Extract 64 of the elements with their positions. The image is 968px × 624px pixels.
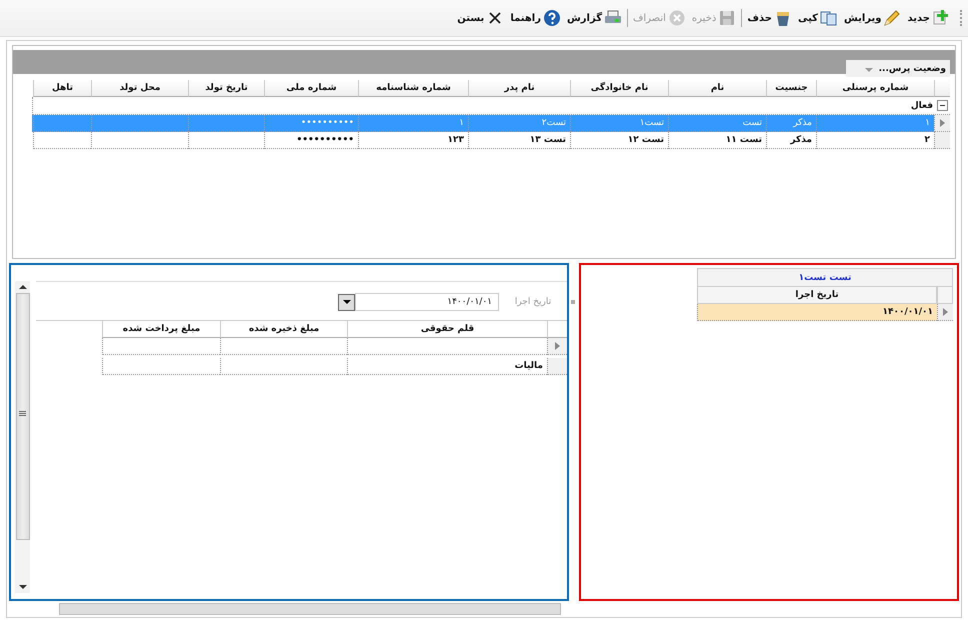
documents-icon — [820, 9, 838, 27]
column-header[interactable]: جنسیت — [766, 80, 816, 97]
column-header[interactable]: تاریخ تولد — [188, 80, 264, 97]
field-label: تاریخ اجرا — [514, 297, 552, 307]
table-row[interactable]: ۲ مذکر تست ۱۱ تست ۱۲ تست ۱۳ ۱۲۳ •••••••••• — [32, 132, 950, 149]
column-header[interactable]: نام خانوادگی — [570, 80, 668, 97]
table-cell — [33, 132, 91, 149]
column-header — [937, 287, 953, 304]
grip-icon — [19, 411, 26, 416]
column-header[interactable]: محل تولد — [91, 80, 188, 97]
column-header[interactable]: تاهل — [33, 80, 91, 97]
table-cell: تست ۱۱ — [668, 132, 766, 149]
toolbar-grip[interactable] — [957, 10, 962, 26]
column-header[interactable]: مبلغ ذخیره شده — [220, 321, 347, 338]
vertical-scrollbar[interactable] — [15, 281, 30, 593]
table-cell: تست ۱۳ — [468, 132, 570, 149]
row-header — [934, 132, 950, 149]
filter-dropdown[interactable]: وضعیت پرس... — [846, 60, 950, 77]
row-pointer-icon — [943, 308, 948, 316]
table-cell: تست۲ — [468, 115, 570, 132]
collapse-icon[interactable] — [937, 100, 948, 111]
row-pointer-icon — [555, 342, 560, 350]
horizontal-scrollbar[interactable] — [59, 603, 561, 615]
column-header[interactable]: شماره ملی — [264, 80, 358, 97]
table-cell: تست ۱۲ — [570, 132, 668, 149]
grid-title: تست تست۱ — [697, 268, 953, 287]
row-header — [547, 358, 567, 375]
dropdown-button[interactable] — [338, 294, 355, 310]
column-header — [934, 80, 950, 97]
column-header[interactable]: شماره پرسنلی — [816, 80, 934, 97]
column-header[interactable]: تاریخ اجرا — [697, 287, 937, 304]
plus-icon — [932, 9, 950, 27]
table-cell: •••••••••• — [264, 115, 358, 132]
toolbar-button[interactable]: گزارش — [566, 7, 624, 29]
column-header — [547, 321, 567, 338]
pencil-icon — [883, 9, 902, 27]
toolbar-button[interactable]: کپی — [796, 7, 839, 29]
group-label: فعال — [910, 100, 933, 110]
table-cell: تست — [668, 115, 766, 132]
column-header[interactable]: شماره شناسنامه — [358, 80, 468, 97]
bullet-icon — [571, 300, 575, 304]
date-field[interactable]: ۱۴۰۰/۰۱/۰۱ — [355, 293, 499, 311]
help-icon — [542, 9, 561, 27]
table-cell: مذکر — [766, 115, 816, 132]
table-cell: ۱۲۳ — [358, 132, 468, 149]
table-cell: •••••••••• — [264, 132, 358, 149]
table-cell: مذکر — [766, 132, 816, 149]
table-cell: مالیات — [347, 358, 547, 375]
column-header[interactable]: نام — [668, 80, 766, 97]
table-cell: تست۱ — [570, 115, 668, 132]
toolbar-button[interactable]: راهنما — [509, 7, 562, 29]
caret-icon — [864, 68, 873, 72]
table-cell: ۲ — [816, 132, 934, 149]
toolbar-button[interactable]: حذف — [746, 7, 793, 29]
column-header[interactable]: نام پدر — [468, 80, 570, 97]
column-header[interactable]: قلم حقوقی — [347, 321, 547, 338]
table-cell: ۱ — [816, 115, 934, 132]
cancel-icon — [668, 9, 686, 27]
table-cell: ۱ — [358, 115, 468, 132]
toolbar-button[interactable]: ویرایش — [842, 7, 902, 29]
toolbar-button[interactable]: بستن — [456, 7, 506, 29]
toolbar-button[interactable]: جدید — [906, 7, 951, 29]
column-header[interactable]: مبلغ پرداخت شده — [102, 321, 220, 338]
row-pointer-icon — [940, 119, 945, 127]
